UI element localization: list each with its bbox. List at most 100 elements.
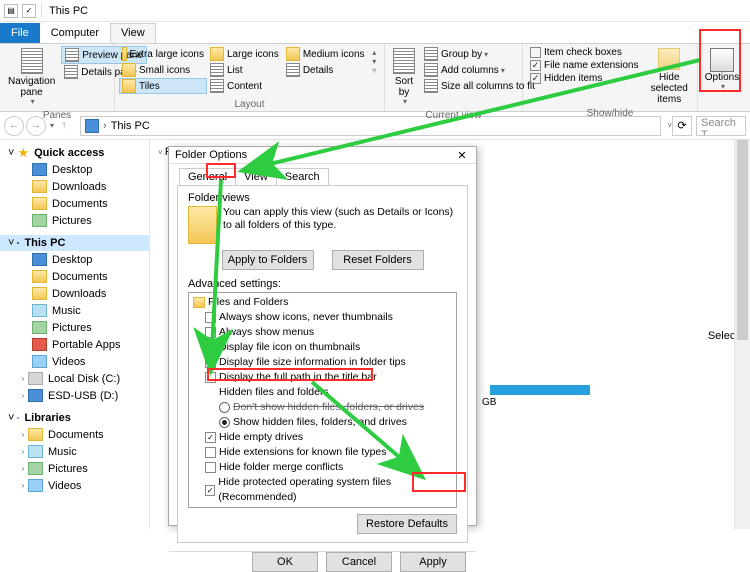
size-columns-button[interactable]: Size all columns to fit <box>421 78 538 94</box>
layout-medium[interactable]: Medium icons <box>283 46 370 62</box>
folder-views-icon <box>188 206 217 244</box>
group-label-current: Current view <box>389 109 518 122</box>
navigation-pane-button[interactable]: Navigation pane▾ <box>4 46 59 109</box>
ok-button[interactable]: OK <box>252 552 318 572</box>
sidebar-lib-pictures[interactable]: ›Pictures <box>0 460 149 477</box>
adv-hide-protected[interactable]: ✓Hide protected operating system files (… <box>191 475 454 505</box>
apply-to-folders-button[interactable]: Apply to Folders <box>222 250 314 270</box>
folder-views-text: You can apply this view (such as Details… <box>223 206 457 232</box>
search-box[interactable]: Search T <box>696 116 746 136</box>
adv-radio-show-hidden[interactable]: Show hidden files, folders, and drives <box>191 415 454 430</box>
apply-button[interactable]: Apply <box>400 552 466 572</box>
navigation-tree[interactable]: ˅★Quick access Desktop Downloads Documen… <box>0 140 150 529</box>
layout-list[interactable]: List <box>207 62 283 78</box>
restore-defaults-button[interactable]: Restore Defaults <box>357 514 457 534</box>
ribbon-tabs: File Computer View <box>0 22 750 44</box>
sidebar-pc-documents[interactable]: Documents <box>0 268 149 285</box>
sidebar-libraries[interactable]: ˅Libraries <box>0 410 149 426</box>
sidebar-lib-videos[interactable]: ›Videos <box>0 477 149 494</box>
adv-always-menus[interactable]: Always show menus <box>191 325 454 340</box>
options-icon <box>710 48 734 72</box>
dlg-tab-view[interactable]: View <box>235 168 277 185</box>
tab-computer[interactable]: Computer <box>40 23 110 43</box>
add-columns-button[interactable]: Add columns▾ <box>421 62 538 78</box>
dlg-tab-general[interactable]: General <box>179 168 236 185</box>
group-label-panes: Panes <box>4 109 110 122</box>
sidebar-quick-access[interactable]: ˅★Quick access <box>0 144 149 161</box>
layout-content[interactable]: Content <box>207 78 283 94</box>
hide-selected-button[interactable]: Hide selected items <box>646 46 694 107</box>
adv-hidden-hdr: Hidden files and folders <box>191 385 454 400</box>
layout-small[interactable]: Small icons <box>119 62 207 78</box>
dialog-titlebar[interactable]: Folder Options ✕ <box>169 147 476 164</box>
advanced-settings-label: Advanced settings: <box>188 278 457 290</box>
system-icon[interactable]: ▤ <box>4 4 18 18</box>
folder-views-heading: Folder views <box>188 192 457 204</box>
sidebar-pc-desktop[interactable]: Desktop <box>0 251 149 268</box>
adv-radio-dont-show[interactable]: Don't show hidden files, folders, or dri… <box>191 400 454 415</box>
close-icon[interactable]: ✕ <box>454 147 470 163</box>
ribbon: Navigation pane▾ Preview pane Details pa… <box>0 44 750 112</box>
advanced-settings-list[interactable]: Files and Folders Always show icons, nev… <box>188 292 457 508</box>
checkbox-icon <box>530 47 541 58</box>
dialog-page-view: Folder views You can apply this view (su… <box>177 185 468 543</box>
dialog-title: Folder Options <box>175 149 247 161</box>
sort-by-button[interactable]: Sort by▾ <box>389 46 419 109</box>
dialog-button-row: OK Cancel Apply <box>169 551 476 572</box>
layout-more[interactable]: ▿ <box>372 66 380 75</box>
dlg-tab-search[interactable]: Search <box>276 168 329 185</box>
sidebar-pc-portable[interactable]: Portable Apps <box>0 336 149 353</box>
drive-usage-bar <box>490 385 590 395</box>
breadcrumb-location[interactable]: This PC <box>111 120 150 132</box>
sidebar-pc-local[interactable]: ›Local Disk (C:) <box>0 370 149 387</box>
layout-extra-large[interactable]: Extra large icons <box>119 46 207 62</box>
reset-folders-button[interactable]: Reset Folders <box>332 250 424 270</box>
star-icon: ★ <box>17 146 29 159</box>
adv-hide-empty[interactable]: ✓Hide empty drives <box>191 430 454 445</box>
sidebar-qa-desktop[interactable]: Desktop <box>0 161 149 178</box>
adv-file-icon-thumb[interactable]: ✓Display file icon on thumbnails <box>191 340 454 355</box>
group-label-showhide: Show/hide <box>527 107 693 120</box>
window-title: This PC <box>49 5 88 17</box>
chk-item-boxes[interactable]: Item check boxes <box>527 46 642 59</box>
layout-tiles[interactable]: Tiles <box>119 78 207 94</box>
sidebar-lib-music[interactable]: ›Music <box>0 443 149 460</box>
adv-root: Files and Folders <box>191 295 454 310</box>
folder-options-dialog: Folder Options ✕ General View Search Fol… <box>168 146 477 526</box>
chk-file-ext[interactable]: ✓File name extensions <box>527 59 642 72</box>
dialog-tabs: General View Search <box>169 168 476 185</box>
cancel-button[interactable]: Cancel <box>326 552 392 572</box>
chk-hidden-items[interactable]: ✓Hidden items <box>527 72 642 85</box>
scrollbar[interactable] <box>734 140 750 529</box>
scrollbar-thumb[interactable] <box>737 140 748 340</box>
sidebar-this-pc[interactable]: ˅This PC <box>0 235 149 251</box>
adv-hide-ext[interactable]: Hide extensions for known file types <box>191 445 454 460</box>
tab-file[interactable]: File <box>0 23 40 43</box>
layout-large[interactable]: Large icons <box>207 46 283 62</box>
drive-size-text: GB <box>482 397 496 408</box>
sidebar-pc-music[interactable]: Music <box>0 302 149 319</box>
sidebar-qa-documents[interactable]: Documents <box>0 195 149 212</box>
sidebar-pc-pictures[interactable]: Pictures <box>0 319 149 336</box>
sidebar-qa-downloads[interactable]: Downloads <box>0 178 149 195</box>
checkbox-icon: ✓ <box>530 60 541 71</box>
layout-scroll-down[interactable]: ▾ <box>372 57 380 66</box>
adv-always-icons[interactable]: Always show icons, never thumbnails <box>191 310 454 325</box>
checkbox-icon: ✓ <box>530 73 541 84</box>
sidebar-qa-pictures[interactable]: Pictures <box>0 212 149 229</box>
qat-properties-icon[interactable]: ✓ <box>22 4 36 18</box>
sidebar-pc-esd[interactable]: ›ESD-USB (D:) <box>0 387 149 404</box>
layout-scroll-up[interactable]: ▴ <box>372 48 380 57</box>
sidebar-pc-downloads[interactable]: Downloads <box>0 285 149 302</box>
adv-full-path[interactable]: Display the full path in the title bar <box>191 370 454 385</box>
tab-view[interactable]: View <box>110 23 156 43</box>
group-label-layout: Layout <box>119 98 380 111</box>
adv-hide-merge[interactable]: Hide folder merge conflicts <box>191 460 454 475</box>
title-bar: ▤ ✓ This PC <box>0 0 750 22</box>
layout-details[interactable]: Details <box>283 62 370 78</box>
options-button[interactable]: Options▾ <box>701 46 743 94</box>
group-by-button[interactable]: Group by▾ <box>421 46 538 62</box>
sidebar-lib-documents[interactable]: ›Documents <box>0 426 149 443</box>
adv-file-size-tips[interactable]: ✓Display file size information in folder… <box>191 355 454 370</box>
sidebar-pc-videos[interactable]: Videos <box>0 353 149 370</box>
